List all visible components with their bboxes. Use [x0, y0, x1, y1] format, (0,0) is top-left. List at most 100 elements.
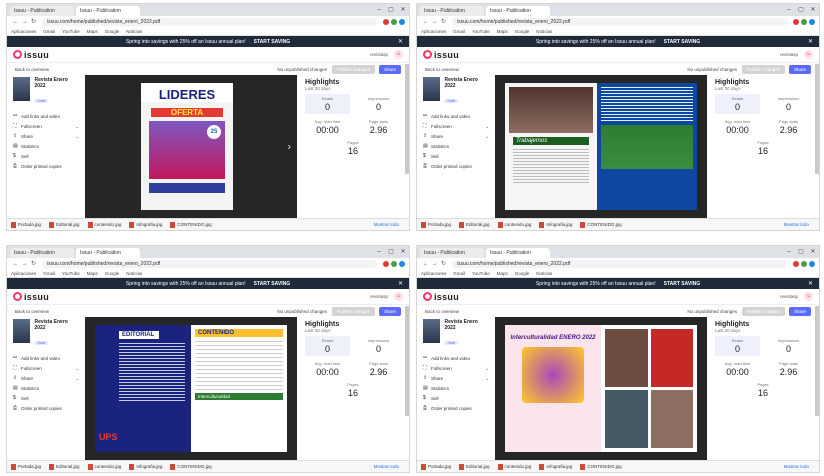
close-icon[interactable]: ✕: [397, 4, 409, 16]
issuu-logo[interactable]: issuu: [423, 50, 459, 60]
avatar[interactable]: ☺: [804, 292, 813, 301]
extension-icon[interactable]: [391, 18, 397, 25]
bookmark-item[interactable]: Aplicaciones: [421, 271, 446, 276]
sidebar-item[interactable]: ⚯ Add links and video: [423, 111, 489, 121]
close-icon[interactable]: ✕: [808, 280, 813, 287]
bookmark-item[interactable]: Google: [515, 29, 530, 34]
sidebar-item[interactable]: ⇪ Share ⌄: [423, 373, 489, 383]
forward-icon[interactable]: →: [430, 19, 439, 25]
browser-tab[interactable]: Issuu - Publication: [76, 6, 140, 16]
download-item[interactable]: Portada.jpg: [421, 222, 451, 228]
show-all-downloads-link[interactable]: Mostrar todo: [784, 464, 809, 469]
download-item[interactable]: Editorial.jpg: [459, 464, 490, 470]
back-icon[interactable]: ←: [421, 261, 430, 267]
sidebar-item[interactable]: ⚯ Add links and video: [13, 353, 79, 363]
extension-icon[interactable]: [391, 260, 397, 267]
maximize-icon[interactable]: ▢: [795, 4, 807, 16]
show-all-downloads-link[interactable]: Mostrar todo: [374, 464, 399, 469]
scrollbar[interactable]: [405, 64, 409, 174]
maximize-icon[interactable]: ▢: [795, 246, 807, 258]
download-item[interactable]: CONTENIDO.jpg: [580, 222, 621, 228]
browser-tab[interactable]: Issuu - Publication: [486, 248, 550, 258]
bookmark-item[interactable]: YouTube: [472, 29, 490, 34]
scrollbar[interactable]: [405, 306, 409, 416]
bookmark-item[interactable]: Noticias: [126, 29, 142, 34]
back-to-overview-link[interactable]: Back to overview: [425, 309, 459, 314]
sidebar-item[interactable]: ▤ Statistics: [13, 383, 79, 393]
back-icon[interactable]: ←: [421, 19, 430, 25]
start-saving-link[interactable]: START SAVING: [664, 39, 700, 45]
magazine-cover[interactable]: LIDERES OFERTA 25: [141, 83, 233, 210]
sidebar-item[interactable]: ▤ Statistics: [13, 141, 79, 151]
reload-icon[interactable]: ↻: [29, 260, 38, 267]
download-item[interactable]: Editorial.jpg: [49, 222, 80, 228]
back-to-overview-link[interactable]: Back to overview: [15, 67, 49, 72]
url-input[interactable]: issuu.com/home/published/revista_enero_2…: [452, 259, 787, 268]
reload-icon[interactable]: ↻: [439, 18, 448, 25]
minimize-icon[interactable]: –: [783, 246, 795, 258]
url-input[interactable]: issuu.com/home/published/revista_enero_2…: [42, 259, 377, 268]
extension-icon[interactable]: [383, 260, 389, 267]
profile-icon[interactable]: [809, 260, 815, 267]
avatar[interactable]: ☺: [804, 50, 813, 59]
forward-icon[interactable]: →: [20, 19, 29, 25]
publish-changes-button[interactable]: Publish changes: [741, 306, 785, 316]
document-thumbnail[interactable]: [423, 77, 441, 101]
close-icon[interactable]: ✕: [808, 38, 813, 45]
publish-changes-button[interactable]: Publish changes: [331, 306, 375, 316]
avatar[interactable]: ☺: [394, 292, 403, 301]
profile-icon[interactable]: [399, 260, 405, 267]
bookmark-item[interactable]: Aplicaciones: [421, 29, 446, 34]
back-to-overview-link[interactable]: Back to overview: [425, 67, 459, 72]
download-item[interactable]: CONTENIDO.jpg: [170, 464, 211, 470]
bookmark-item[interactable]: Gmail: [453, 271, 465, 276]
browser-tab[interactable]: Issuu - Publication: [10, 6, 74, 16]
sidebar-item[interactable]: ⛶ Fullscreen ⌄: [423, 363, 489, 373]
bookmark-item[interactable]: Gmail: [43, 271, 55, 276]
document-thumbnail[interactable]: [423, 319, 441, 343]
bookmark-item[interactable]: Google: [105, 29, 120, 34]
sidebar-item[interactable]: $ Sell: [13, 393, 79, 403]
bookmark-item[interactable]: Aplicaciones: [11, 29, 36, 34]
bookmark-item[interactable]: Maps: [497, 29, 508, 34]
magazine-spread[interactable]: Trabajemos: [505, 83, 697, 210]
close-icon[interactable]: ✕: [397, 246, 409, 258]
bookmark-item[interactable]: YouTube: [62, 29, 80, 34]
bookmark-item[interactable]: Maps: [497, 271, 508, 276]
close-icon[interactable]: ✕: [807, 246, 819, 258]
forward-icon[interactable]: →: [20, 261, 29, 267]
bookmark-item[interactable]: Gmail: [43, 29, 55, 34]
download-item[interactable]: contenido.jpg: [88, 464, 122, 470]
share-button[interactable]: Share: [788, 64, 811, 74]
magazine-spread[interactable]: EDITORIAL UPS CONTENIDO Interculturalida…: [95, 325, 287, 452]
scrollbar[interactable]: [815, 64, 819, 174]
download-item[interactable]: Portada.jpg: [421, 464, 451, 470]
share-button[interactable]: Share: [378, 306, 401, 316]
bookmark-item[interactable]: Noticias: [126, 271, 142, 276]
sidebar-item[interactable]: $ Sell: [13, 151, 79, 161]
profile-icon[interactable]: [809, 18, 815, 25]
reload-icon[interactable]: ↻: [439, 260, 448, 267]
back-icon[interactable]: ←: [11, 19, 20, 25]
download-item[interactable]: Infografia.jpg: [539, 464, 572, 470]
account-menu[interactable]: revistasp ☺: [780, 292, 813, 301]
bookmark-item[interactable]: Aplicaciones: [11, 271, 36, 276]
start-saving-link[interactable]: START SAVING: [254, 281, 290, 287]
download-item[interactable]: contenido.jpg: [498, 464, 532, 470]
browser-tab[interactable]: Issuu - Publication: [10, 248, 74, 258]
avatar[interactable]: ☺: [394, 50, 403, 59]
download-item[interactable]: contenido.jpg: [88, 222, 122, 228]
show-all-downloads-link[interactable]: Mostrar todo: [784, 222, 809, 227]
share-button[interactable]: Share: [788, 306, 811, 316]
bookmark-item[interactable]: Noticias: [536, 271, 552, 276]
extension-icon[interactable]: [801, 260, 807, 267]
document-thumbnail[interactable]: [13, 77, 31, 101]
bookmark-item[interactable]: YouTube: [62, 271, 80, 276]
sidebar-item[interactable]: ⎙ Order printed copies: [13, 403, 79, 413]
back-icon[interactable]: ←: [11, 261, 20, 267]
issuu-logo[interactable]: issuu: [423, 292, 459, 302]
download-item[interactable]: contenido.jpg: [498, 222, 532, 228]
sidebar-item[interactable]: ⎙ Order printed copies: [423, 403, 489, 413]
download-item[interactable]: CONTENIDO.jpg: [580, 464, 621, 470]
close-icon[interactable]: ✕: [807, 4, 819, 16]
